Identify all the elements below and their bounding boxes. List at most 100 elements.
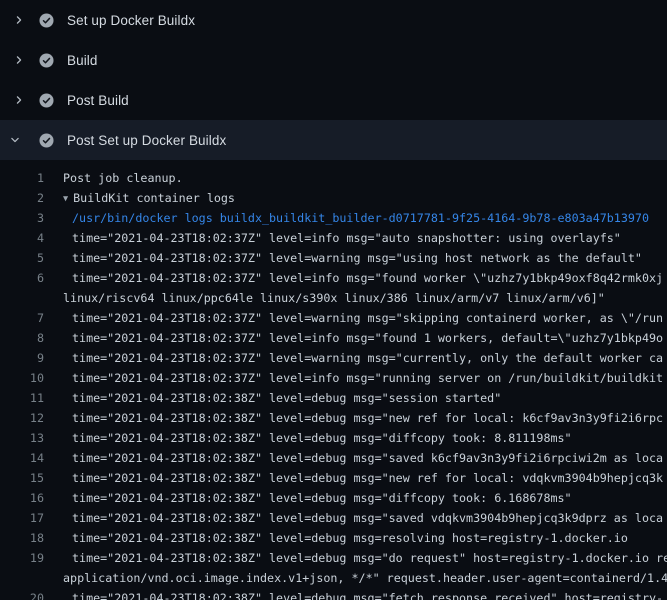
log-line: application/vnd.oci.image.index.v1+json,… — [0, 568, 667, 588]
log-line-text: time="2021-04-23T18:02:37Z" level=warnin… — [44, 348, 663, 368]
log-line-content: time="2021-04-23T18:02:37Z" level=warnin… — [72, 251, 642, 265]
log-line-content: time="2021-04-23T18:02:37Z" level=warnin… — [72, 311, 663, 325]
log-line-number[interactable]: 13 — [0, 428, 44, 448]
log-line-number[interactable]: 8 — [0, 328, 44, 348]
log-line-content: time="2021-04-23T18:02:37Z" level=info m… — [72, 271, 663, 285]
log-line-content: time="2021-04-23T18:02:37Z" level=info m… — [72, 231, 621, 245]
log-line: 1 Post job cleanup. — [0, 168, 667, 188]
log-line-content: time="2021-04-23T18:02:38Z" level=debug … — [72, 411, 663, 425]
log-line: 3 /usr/bin/docker logs buildx_buildkit_b… — [0, 208, 667, 228]
log-line-content: time="2021-04-23T18:02:37Z" level=info m… — [72, 371, 663, 385]
log-line-number[interactable]: 7 — [0, 308, 44, 328]
log-line-text: time="2021-04-23T18:02:38Z" level=debug … — [44, 388, 501, 408]
log-line-content: time="2021-04-23T18:02:38Z" level=debug … — [72, 551, 667, 565]
log-line-text: application/vnd.oci.image.index.v1+json,… — [44, 568, 667, 588]
log-line: 9 time="2021-04-23T18:02:37Z" level=warn… — [0, 348, 667, 368]
log-line-number[interactable]: 6 — [0, 268, 44, 288]
step-row-set-up-docker-buildx[interactable]: Set up Docker Buildx — [0, 0, 667, 40]
log-line-text: linux/riscv64 linux/ppc64le linux/s390x … — [44, 288, 605, 308]
log-line-number[interactable]: 15 — [0, 468, 44, 488]
log-line: 15 time="2021-04-23T18:02:38Z" level=deb… — [0, 468, 667, 488]
log-line-text: time="2021-04-23T18:02:37Z" level=info m… — [44, 368, 663, 388]
log-line-content: time="2021-04-23T18:02:37Z" level=info m… — [72, 331, 663, 345]
log-line-text: /usr/bin/docker logs buildx_buildkit_bui… — [44, 208, 649, 228]
log-line-content: time="2021-04-23T18:02:38Z" level=debug … — [72, 471, 663, 485]
step-row-post-set-up-docker-buildx[interactable]: Post Set up Docker Buildx — [0, 120, 667, 160]
log-line-number[interactable]: 3 — [0, 208, 44, 228]
log-line-content: BuildKit container logs — [73, 191, 235, 205]
log-line: 8 time="2021-04-23T18:02:37Z" level=info… — [0, 328, 667, 348]
step-label: Build — [67, 53, 98, 68]
log-line-text: Post job cleanup. — [44, 168, 183, 188]
log-line-text: time="2021-04-23T18:02:37Z" level=info m… — [44, 228, 621, 248]
log-output: 1 Post job cleanup. 2 ▼ BuildKit containe… — [0, 160, 667, 600]
log-line: 7 time="2021-04-23T18:02:37Z" level=warn… — [0, 308, 667, 328]
log-line-number[interactable]: 19 — [0, 548, 44, 568]
log-line-text: time="2021-04-23T18:02:38Z" level=debug … — [44, 548, 667, 568]
log-line: 5 time="2021-04-23T18:02:37Z" level=warn… — [0, 248, 667, 268]
log-line-number[interactable]: 5 — [0, 248, 44, 268]
log-line-text: time="2021-04-23T18:02:38Z" level=debug … — [44, 508, 663, 528]
log-line: 14 time="2021-04-23T18:02:38Z" level=deb… — [0, 448, 667, 468]
step-label: Post Set up Docker Buildx — [67, 133, 226, 148]
log-line-content: time="2021-04-23T18:02:37Z" level=warnin… — [72, 351, 663, 365]
log-line: linux/riscv64 linux/ppc64le linux/s390x … — [0, 288, 667, 308]
log-line-content: time="2021-04-23T18:02:38Z" level=debug … — [72, 531, 628, 545]
log-line-number[interactable]: 2 — [0, 188, 44, 208]
log-line: 4 time="2021-04-23T18:02:37Z" level=info… — [0, 228, 667, 248]
log-line-number[interactable]: 20 — [0, 588, 44, 600]
log-line: 20 time="2021-04-23T18:02:38Z" level=deb… — [0, 588, 667, 600]
step-label: Set up Docker Buildx — [67, 13, 195, 28]
log-line-number[interactable]: 14 — [0, 448, 44, 468]
chevron-right-icon — [10, 95, 28, 105]
log-line-text: time="2021-04-23T18:02:37Z" level=warnin… — [44, 308, 663, 328]
log-line-number[interactable]: 17 — [0, 508, 44, 528]
log-line: 10 time="2021-04-23T18:02:37Z" level=inf… — [0, 368, 667, 388]
check-circle-icon — [39, 53, 54, 68]
log-line-number[interactable]: 1 — [0, 168, 44, 188]
log-line-number[interactable] — [0, 568, 44, 588]
log-line: 19 time="2021-04-23T18:02:38Z" level=deb… — [0, 548, 667, 568]
check-circle-icon — [39, 13, 54, 28]
log-line-number[interactable]: 4 — [0, 228, 44, 248]
log-line-content: application/vnd.oci.image.index.v1+json,… — [63, 571, 667, 585]
expander-triangle-icon[interactable]: ▼ — [63, 194, 68, 204]
log-line-number[interactable]: 10 — [0, 368, 44, 388]
step-row-build[interactable]: Build — [0, 40, 667, 80]
log-line-number[interactable]: 16 — [0, 488, 44, 508]
log-line: 11 time="2021-04-23T18:02:38Z" level=deb… — [0, 388, 667, 408]
log-line-number[interactable]: 11 — [0, 388, 44, 408]
log-line: 6 time="2021-04-23T18:02:37Z" level=info… — [0, 268, 667, 288]
log-line-text: time="2021-04-23T18:02:38Z" level=debug … — [44, 408, 663, 428]
log-line-content: time="2021-04-23T18:02:38Z" level=debug … — [72, 451, 663, 465]
log-line-number[interactable]: 12 — [0, 408, 44, 428]
log-line-number[interactable]: 9 — [0, 348, 44, 368]
workflow-log-viewer: Set up Docker Buildx Build Post Build — [0, 0, 667, 600]
chevron-right-icon — [10, 15, 28, 25]
step-label: Post Build — [67, 93, 129, 108]
log-line-content: linux/riscv64 linux/ppc64le linux/s390x … — [63, 291, 605, 305]
log-line-content: time="2021-04-23T18:02:38Z" level=debug … — [72, 491, 572, 505]
log-line-number[interactable] — [0, 288, 44, 308]
log-line-text: time="2021-04-23T18:02:37Z" level=warnin… — [44, 248, 642, 268]
log-line-number[interactable]: 18 — [0, 528, 44, 548]
log-line-text: time="2021-04-23T18:02:37Z" level=info m… — [44, 268, 663, 288]
check-circle-icon — [39, 133, 54, 148]
log-line-text: time="2021-04-23T18:02:37Z" level=info m… — [44, 328, 663, 348]
log-line: 17 time="2021-04-23T18:02:38Z" level=deb… — [0, 508, 667, 528]
step-row-post-build[interactable]: Post Build — [0, 80, 667, 120]
log-line-content: time="2021-04-23T18:02:38Z" level=debug … — [72, 591, 663, 600]
check-circle-icon — [39, 93, 54, 108]
log-line-content: /usr/bin/docker logs buildx_buildkit_bui… — [72, 211, 649, 225]
log-line: 18 time="2021-04-23T18:02:38Z" level=deb… — [0, 528, 667, 548]
log-line-text: ▼ BuildKit container logs — [44, 188, 235, 208]
log-line-content: time="2021-04-23T18:02:38Z" level=debug … — [72, 391, 501, 405]
chevron-right-icon — [10, 55, 28, 65]
log-line-content: time="2021-04-23T18:02:38Z" level=debug … — [72, 511, 663, 525]
log-line: 2 ▼ BuildKit container logs — [0, 188, 667, 208]
log-line-text: time="2021-04-23T18:02:38Z" level=debug … — [44, 448, 663, 468]
log-line-text: time="2021-04-23T18:02:38Z" level=debug … — [44, 488, 572, 508]
step-list: Set up Docker Buildx Build Post Build — [0, 0, 667, 160]
log-line: 12 time="2021-04-23T18:02:38Z" level=deb… — [0, 408, 667, 428]
log-line-content: time="2021-04-23T18:02:38Z" level=debug … — [72, 431, 572, 445]
